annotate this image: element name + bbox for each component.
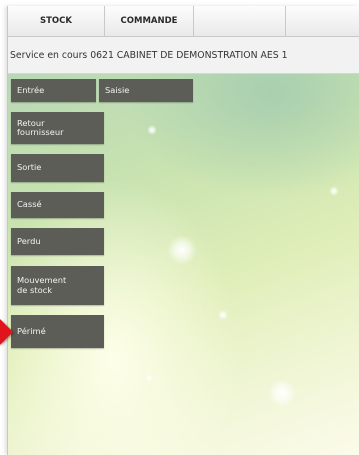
entree-button[interactable]: Entrée	[11, 79, 96, 102]
mouvement-de-stock-label: Mouvement de stock	[17, 275, 67, 295]
perdu-label: Perdu	[17, 235, 41, 246]
background-sparkle	[329, 186, 339, 196]
saisie-label: Saisie	[105, 84, 130, 95]
background-sparkle	[218, 310, 228, 320]
perdu-button[interactable]: Perdu	[11, 228, 104, 255]
tab-empty-2[interactable]	[286, 6, 359, 36]
background-sparkle	[268, 379, 296, 407]
background-sparkle	[147, 125, 157, 135]
retour-fournisseur-label: Retour fournisseur	[17, 117, 64, 137]
mouvement-de-stock-button[interactable]: Mouvement de stock	[11, 266, 104, 305]
casse-label: Cassé	[17, 199, 42, 210]
perime-button[interactable]: Périmé	[11, 315, 104, 348]
perime-label: Périmé	[17, 325, 46, 336]
sortie-button[interactable]: Sortie	[11, 154, 104, 182]
tab-stock[interactable]: STOCK	[8, 6, 105, 36]
tab-bar: STOCK COMMANDE	[8, 6, 359, 37]
service-line: Service en cours 0621 CABINET DE DEMONST…	[8, 37, 359, 74]
background-sparkle	[145, 374, 153, 382]
tab-commande[interactable]: COMMANDE	[105, 6, 194, 36]
app-frame: STOCK COMMANDE Service en cours 0621 CAB…	[7, 6, 359, 455]
casse-button[interactable]: Cassé	[11, 192, 104, 218]
saisie-button[interactable]: Saisie	[99, 79, 193, 102]
sortie-label: Sortie	[17, 162, 42, 173]
retour-fournisseur-button[interactable]: Retour fournisseur	[11, 112, 104, 144]
red-arrow-pointer-icon	[0, 319, 13, 345]
background-sparkle	[167, 235, 197, 265]
entree-label: Entrée	[17, 84, 45, 95]
tab-empty-1[interactable]	[194, 6, 286, 36]
